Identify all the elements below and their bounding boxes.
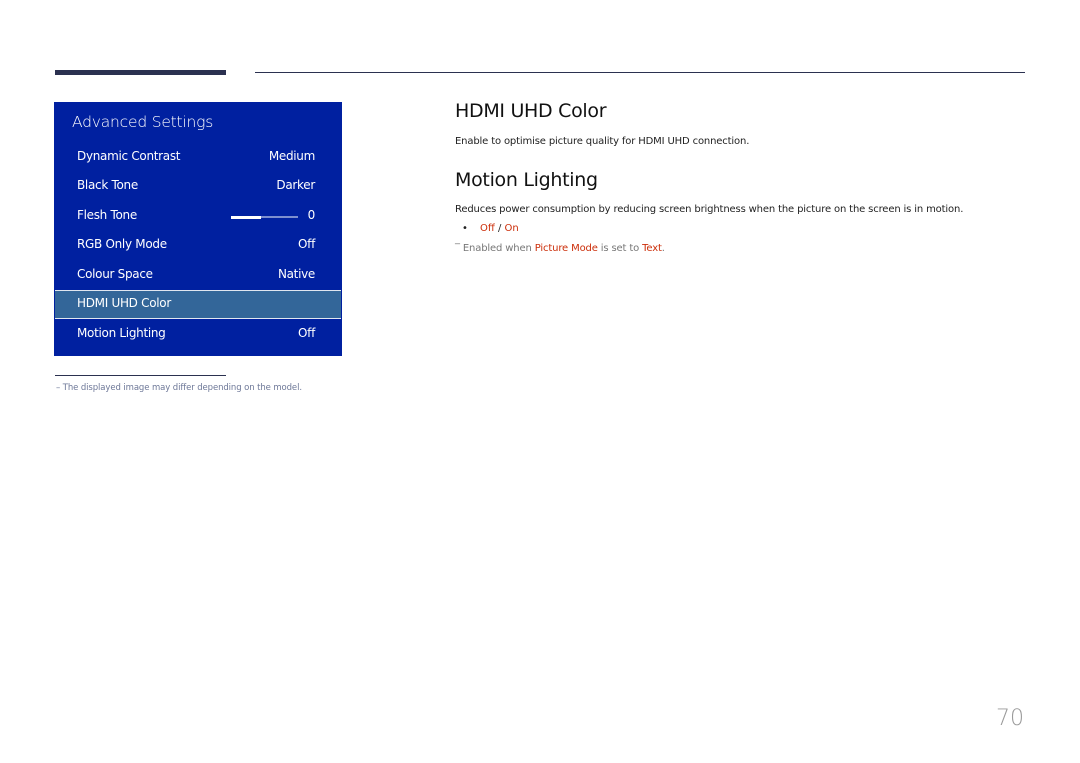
hdmi-description: Enable to optimise picture quality for H… (455, 136, 750, 147)
note-mid: is set to (597, 243, 643, 254)
section-title-hdmi-uhd-color: HDMI UHD Color (455, 100, 607, 122)
header-rule-thin (255, 72, 1025, 73)
menu-item-value: Native (277, 267, 315, 281)
slider-fill (231, 215, 262, 219)
menu-item-label: RGB Only Mode (77, 237, 167, 251)
option-separator: / (494, 223, 505, 234)
menu-item-label: Flesh Tone (77, 208, 137, 222)
menu-item-flesh-tone[interactable]: Flesh Tone 0 (54, 202, 342, 231)
menu-item-label: Black Tone (77, 178, 138, 192)
menu-item-label: Dynamic Contrast (77, 149, 181, 163)
menu-item-motion-lighting[interactable]: Motion Lighting Off (54, 320, 342, 349)
menu-item-label: HDMI UHD Color (77, 296, 171, 310)
menu-item-value: 0 (307, 208, 316, 222)
flesh-tone-slider[interactable] (231, 215, 298, 219)
menu-item-rgb-only-mode[interactable]: RGB Only Mode Off (54, 231, 342, 260)
note-text-mode: Text (642, 243, 662, 254)
menu-item-hdmi-uhd-color[interactable]: HDMI UHD Color (55, 290, 341, 319)
page-number: 70 (996, 706, 1024, 731)
motion-options: Off / On (480, 223, 519, 234)
option-on: On (504, 223, 519, 234)
advanced-settings-panel: Advanced Settings Dynamic Contrast Mediu… (54, 102, 342, 356)
menu-item-value: Medium (268, 149, 315, 163)
motion-note: ‾ Enabled when Picture Mode is set to Te… (455, 243, 665, 254)
motion-description: Reduces power consumption by reducing sc… (455, 204, 964, 215)
header-rule-thick (55, 70, 226, 75)
footnote-rule (55, 375, 226, 376)
bullet-icon: • (462, 223, 468, 234)
menu-item-colour-space[interactable]: Colour Space Native (54, 261, 342, 290)
menu-item-label: Colour Space (77, 267, 153, 281)
menu-item-dynamic-contrast[interactable]: Dynamic Contrast Medium (54, 143, 342, 172)
menu-item-value: Off (298, 237, 315, 251)
menu-item-value: Darker (276, 178, 315, 192)
panel-title: Advanced Settings (72, 113, 214, 131)
menu-item-value: Off (298, 326, 315, 340)
note-suffix: . (661, 243, 665, 254)
note-picture-mode: Picture Mode (534, 243, 598, 254)
footnote: – The displayed image may differ dependi… (56, 383, 302, 393)
note-prefix: ‾ Enabled when (455, 243, 535, 254)
option-off: Off (480, 223, 495, 234)
section-title-motion-lighting: Motion Lighting (455, 169, 598, 191)
menu-item-black-tone[interactable]: Black Tone Darker (54, 172, 342, 201)
menu-item-label: Motion Lighting (77, 326, 166, 340)
